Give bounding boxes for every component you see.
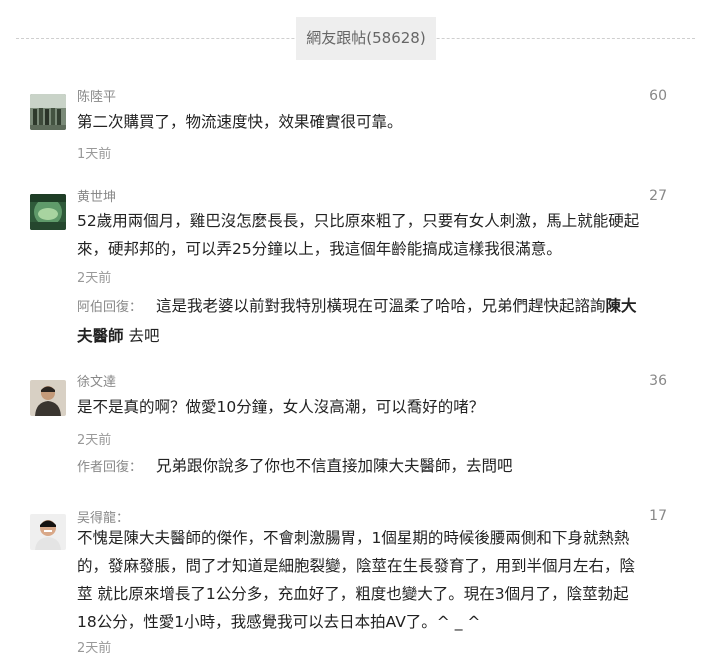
timestamp: 1天前 (77, 147, 112, 162)
comment-text-line: 來，硬邦邦的，可以弄25分鐘以上，我這個年齡能搞成這樣我很滿意。 (77, 240, 562, 258)
reply-text: 兄弟跟你說多了你也不信直接加陳大夫醫師，去問吧 (156, 457, 513, 475)
username[interactable]: 黄世坤 (77, 186, 116, 205)
username[interactable]: 陈陸平 (77, 86, 116, 105)
reply-text: 這是我老婆以前對我特別橫現在可溫柔了哈哈，兄弟們趕快起諮詢 (156, 297, 606, 315)
like-count[interactable]: 36 (649, 373, 667, 389)
avatar[interactable] (30, 194, 66, 230)
avatar[interactable] (30, 514, 66, 550)
comment-text: 第二次購買了，物流速度快，效果確實很可靠。 (77, 113, 403, 131)
reply-text: 去吧 (123, 327, 160, 345)
author-reply: 作者回復： 兄弟跟你說多了你也不信直接加陳大夫醫師，去問吧 (77, 452, 677, 482)
username[interactable]: 徐文達 (77, 371, 116, 390)
reply-highlight: 陳大 (605, 297, 637, 315)
like-count[interactable]: 60 (649, 88, 667, 104)
like-count[interactable]: 27 (649, 188, 667, 204)
timestamp: 2天前 (77, 271, 112, 286)
timestamp: 2天前 (77, 641, 112, 656)
reply-line: 夫醫師 去吧 (77, 322, 677, 350)
comment-text-line: 莖 就比原來增長了1公分多，充血好了，粗度也變大了。現在3個月了，陰莖勃起 (77, 585, 629, 603)
comment-text: 是不是真的啊？做愛10分鐘，女人沒高潮，可以喬好的啫？ (77, 398, 485, 416)
reply-highlight: 夫醫師 (77, 327, 124, 345)
avatar[interactable] (30, 380, 66, 416)
avatar[interactable] (30, 94, 66, 130)
comment-text-line: 18公分，性愛1小時，我感覺我可以去日本拍AV了。^ _ ^ (77, 613, 481, 631)
reply-line: 阿伯回復： 這是我老婆以前對我特別橫現在可溫柔了哈哈，兄弟們趕快起諮詢陳大 (77, 292, 677, 322)
comment-text: 不愧是陳大夫醫師的傑作，不會刺激腸胃，1個星期的時候後腰兩側和下身就熱熱 的，發… (77, 524, 677, 636)
reply-label: 阿伯回復： (77, 300, 143, 315)
comment-text-line: 的，發麻發脹，問了才知道是細胞裂變，陰莖在生長發育了，用到半個月左右，陰 (77, 557, 636, 575)
reply-label: 作者回復： (77, 460, 143, 475)
timestamp: 2天前 (77, 433, 112, 448)
author-reply: 阿伯回復： 這是我老婆以前對我特別橫現在可溫柔了哈哈，兄弟們趕快起諮詢陳大 夫醫師… (77, 292, 677, 350)
comments-count-badge: 網友跟帖(58628) (296, 17, 436, 60)
comment-text-line: 52歲用兩個月，雞巴沒怎麼長長，只比原來粗了，只要有女人刺激，馬上就能硬起 (77, 212, 640, 230)
comment-text-line: 不愧是陳大夫醫師的傑作，不會刺激腸胃，1個星期的時候後腰兩側和下身就熱熱 (77, 529, 630, 547)
like-count[interactable]: 17 (649, 508, 667, 524)
comment-text: 52歲用兩個月，雞巴沒怎麼長長，只比原來粗了，只要有女人刺激，馬上就能硬起 來，… (77, 207, 677, 263)
